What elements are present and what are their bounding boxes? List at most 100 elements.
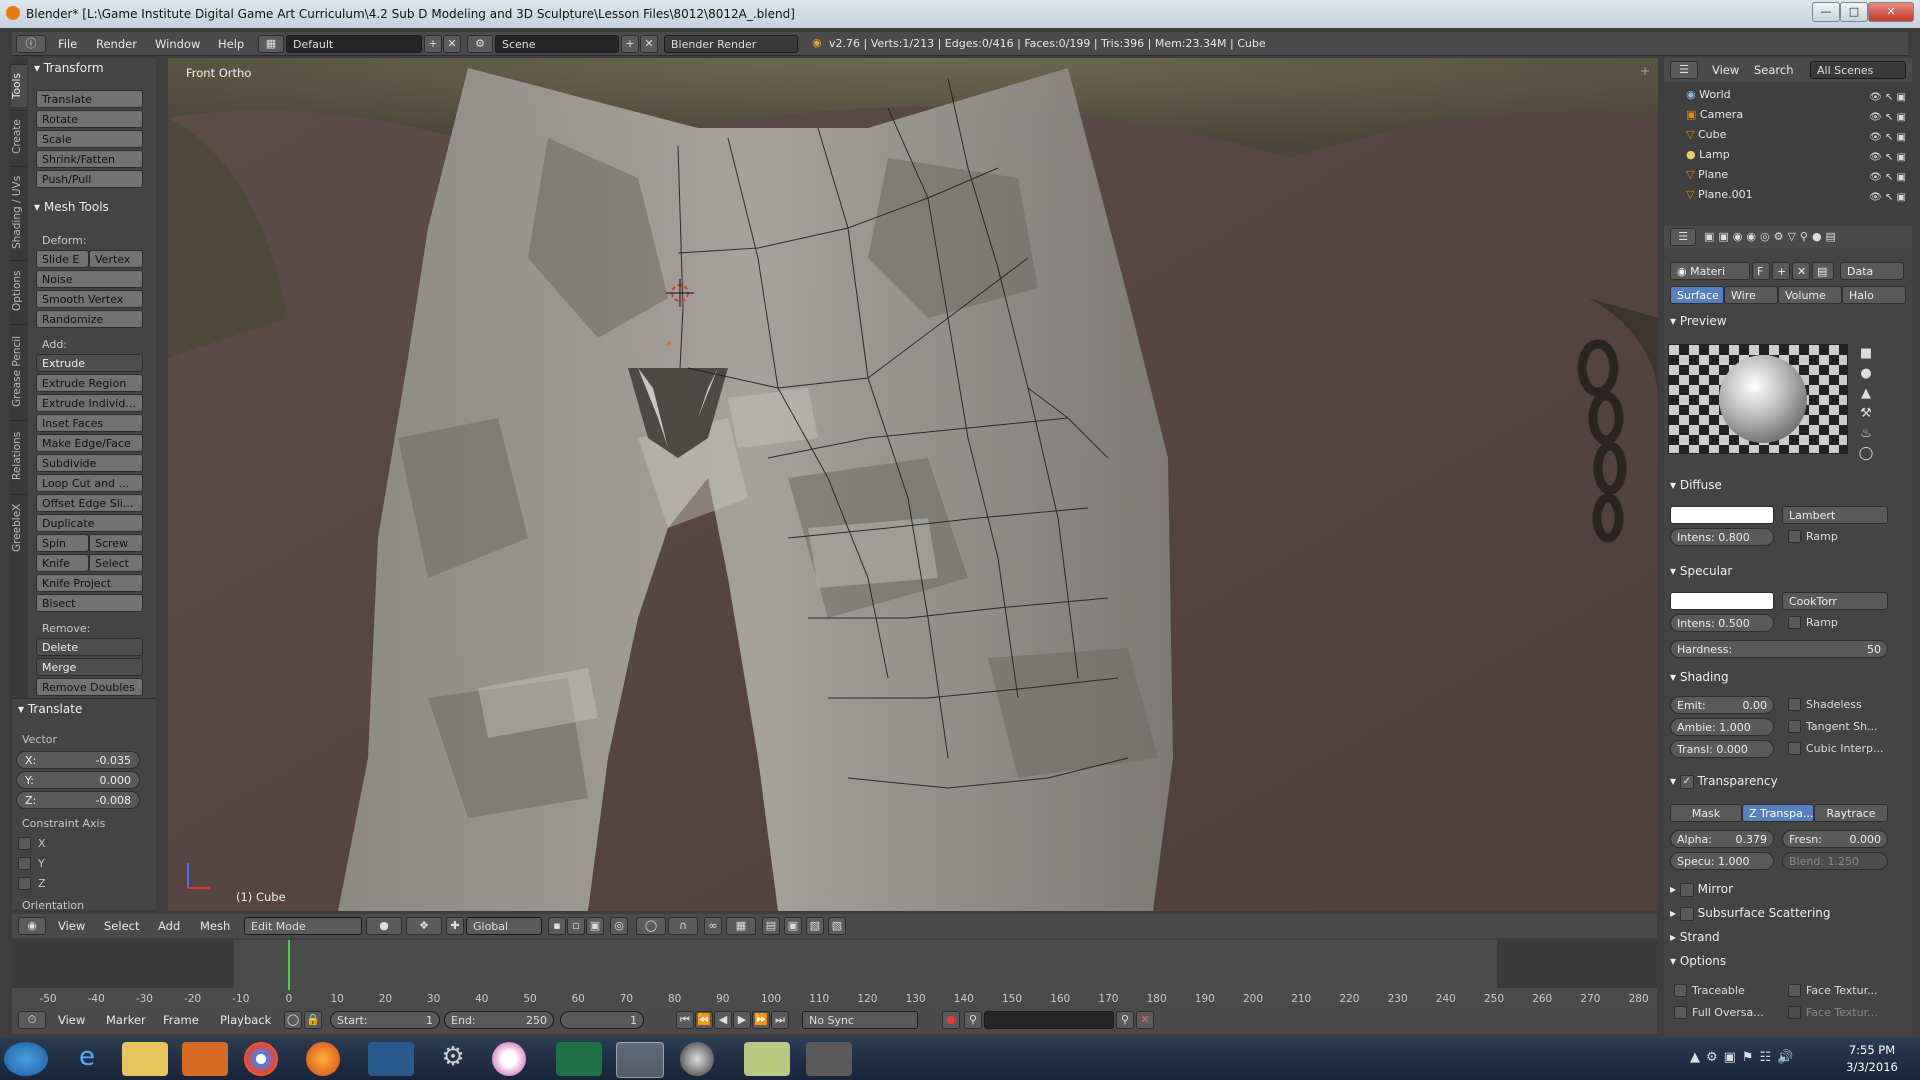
system-tray-icons[interactable]: ▲⚙▣⚑☷🔊 [1690, 1050, 1799, 1065]
make-edge-face-button[interactable]: Make Edge/Face [36, 434, 143, 452]
media-player-icon[interactable] [182, 1042, 228, 1076]
editor-type-outliner-icon[interactable]: ☰ [1670, 61, 1698, 79]
jump-start-icon[interactable]: ⏮ [676, 1011, 694, 1029]
tab-shading-uvs[interactable]: Shading / UVs [11, 166, 27, 257]
snap-element-icon[interactable]: ▦ [726, 917, 756, 935]
close-button[interactable]: ✕ [1868, 2, 1914, 22]
screw-button[interactable]: Screw [89, 534, 143, 552]
blend-field[interactable]: Blend: 1.250 [1782, 852, 1888, 870]
diffuse-panel-header[interactable]: ▾ Diffuse [1670, 478, 1722, 492]
visibility-eye-icon[interactable]: 👁 ↖ ▣ [1856, 168, 1906, 188]
corner-plus-icon[interactable]: + [1640, 64, 1650, 78]
layers-icon[interactable]: ▧ [828, 917, 846, 935]
vertex-select-icon[interactable]: ▪ [548, 917, 566, 935]
render-engine-select[interactable]: Blender Render [664, 35, 798, 53]
constraint-x-checkbox[interactable] [18, 837, 31, 850]
tab-surface[interactable]: Surface [1670, 286, 1724, 304]
shadeless-checkbox[interactable] [1788, 698, 1801, 711]
mirror-panel-header[interactable]: ▸ Mirror [1670, 882, 1733, 897]
menu-select[interactable]: Select [104, 919, 139, 933]
scale-button[interactable]: Scale [36, 130, 143, 148]
preview-panel-header[interactable]: ▾ Preview [1670, 314, 1727, 328]
transparency-ztransp-tab[interactable]: Z Transpa... [1742, 804, 1814, 822]
ambient-field[interactable]: Ambie: 1.000 [1670, 718, 1774, 736]
layout-field[interactable]: Default [286, 35, 422, 53]
hardness-slider[interactable]: Hardness: 50 [1670, 640, 1888, 658]
rotate-button[interactable]: Rotate [36, 110, 143, 128]
transform-panel-header[interactable]: ▾ Transform [34, 61, 104, 75]
loop-cut-button[interactable]: Loop Cut and ... [36, 474, 143, 492]
scene-field[interactable]: Scene [495, 35, 619, 53]
insert-keyframe-icon[interactable]: ⚲ [1116, 1011, 1134, 1029]
subdivide-button[interactable]: Subdivide [36, 454, 143, 472]
menu-playback[interactable]: Playback [220, 1013, 271, 1027]
face-texture-checkbox[interactable] [1788, 984, 1801, 997]
mirror-checkbox[interactable] [1679, 882, 1694, 897]
vector-z-field[interactable]: Z: -0.008 [16, 791, 140, 809]
mode-select[interactable]: Edit Mode [244, 917, 362, 935]
visibility-eye-icon[interactable]: 👁 ↖ ▣ [1856, 148, 1906, 168]
falloff-icon[interactable]: ∩ [668, 917, 698, 935]
tab-volume[interactable]: Volume [1778, 286, 1842, 304]
outliner-item-plane001[interactable]: ▽ Plane.001 [1686, 188, 1753, 204]
manipulator-icon[interactable]: ✚ [446, 917, 464, 935]
email-client-icon[interactable] [368, 1042, 414, 1076]
menu-marker[interactable]: Marker [106, 1013, 146, 1027]
jump-end-icon[interactable]: ⏭ [771, 1011, 789, 1029]
visibility-eye-icon[interactable]: 👁 ↖ ▣ [1856, 128, 1906, 148]
add-layout-icon[interactable]: + [424, 35, 442, 53]
obs-icon[interactable] [680, 1042, 714, 1076]
snap-icon[interactable]: ∞ [704, 917, 722, 935]
limit-selection-icon[interactable]: ◎ [610, 917, 628, 935]
opengl-render-icon[interactable]: ▣ [784, 917, 802, 935]
minimize-button[interactable]: — [1812, 2, 1840, 22]
start-frame-field[interactable]: Start: 1 [330, 1011, 440, 1029]
viewport-shading-icon[interactable]: ● [366, 917, 402, 935]
editor-type-timeline-icon[interactable]: ⏱ [18, 1011, 46, 1029]
outliner-item-world[interactable]: ◉ World [1686, 88, 1731, 104]
editor-type-3d-icon[interactable]: ◉ [18, 917, 46, 935]
tab-wire[interactable]: Wire [1724, 286, 1778, 304]
settings-gear-icon[interactable]: ⚙ [430, 1042, 476, 1076]
specular-intensity-field[interactable]: Intens: 0.500 [1670, 614, 1774, 632]
unlink-material-icon[interactable]: ✕ [1792, 262, 1810, 280]
outliner-item-camera[interactable]: ▣ Camera [1686, 108, 1743, 124]
internet-explorer-icon[interactable]: e [64, 1042, 110, 1076]
fake-user-button[interactable]: F [1752, 262, 1770, 280]
tab-greeblex[interactable]: GreebleX [11, 494, 27, 561]
specular-ramp-checkbox[interactable] [1788, 616, 1801, 629]
knife-button[interactable]: Knife [36, 554, 89, 572]
duplicate-button[interactable]: Duplicate [36, 514, 143, 532]
constraint-y-checkbox[interactable] [18, 857, 31, 870]
menu-help[interactable]: Help [218, 37, 244, 51]
inset-faces-button[interactable]: Inset Faces [36, 414, 143, 432]
mesh-tools-panel-header[interactable]: ▾ Mesh Tools [34, 200, 109, 214]
opengl-animation-icon[interactable]: ▧ [806, 917, 824, 935]
knife-select-button[interactable]: Select [89, 554, 143, 572]
full-oversampling-checkbox[interactable] [1674, 1006, 1687, 1019]
maximize-button[interactable]: □ [1840, 2, 1868, 22]
tab-tools[interactable]: Tools [11, 64, 27, 107]
sss-panel-header[interactable]: ▸ Subsurface Scattering [1670, 906, 1831, 921]
tab-halo[interactable]: Halo [1842, 286, 1906, 304]
new-material-icon[interactable]: + [1772, 262, 1790, 280]
node-icon[interactable]: ▤ [1812, 262, 1834, 280]
play-icon[interactable]: ▶ [733, 1011, 751, 1029]
keying-set-field[interactable] [984, 1011, 1114, 1029]
blender-taskbar-icon[interactable] [616, 1042, 664, 1078]
outliner-view-menu[interactable]: View [1712, 63, 1739, 77]
extrude-region-button[interactable]: Extrude Region [36, 374, 143, 392]
emit-field[interactable]: Emit: 0.00 [1670, 696, 1774, 714]
translucency-field[interactable]: Transl: 0.000 [1670, 740, 1774, 758]
display-mode-select[interactable]: All Scenes [1810, 61, 1906, 79]
lock-range-icon[interactable]: 🔒 [304, 1011, 322, 1029]
menu-window[interactable]: Window [155, 37, 200, 51]
tool-icon[interactable] [806, 1042, 852, 1076]
delete-menu[interactable]: Delete [36, 638, 143, 656]
smooth-vertex-button[interactable]: Smooth Vertex [36, 290, 143, 308]
tab-create[interactable]: Create [11, 110, 27, 163]
menu-timeline-view[interactable]: View [58, 1013, 85, 1027]
add-scene-icon[interactable]: + [621, 35, 639, 53]
menu-file[interactable]: File [58, 37, 77, 51]
specular-color-swatch[interactable] [1670, 592, 1774, 610]
